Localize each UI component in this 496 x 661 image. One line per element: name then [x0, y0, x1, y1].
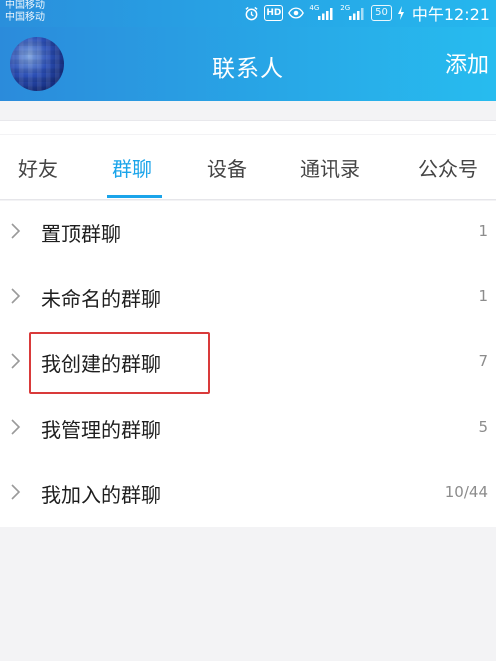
list-item-count: 7 [478, 352, 488, 370]
search-bar[interactable] [0, 120, 496, 134]
chevron-right-icon [11, 484, 21, 500]
status-bar: 中国移动 中国移动 HD 4G 2G 50 中午12:21 [0, 0, 496, 27]
add-button[interactable]: 添加 [445, 47, 489, 79]
signal-icon-1: 4G [309, 4, 335, 21]
chevron-right-icon [11, 288, 21, 304]
list-item-unnamed-groups[interactable]: 未命名的群聊 1 [0, 266, 496, 330]
chevron-right-icon [11, 419, 21, 435]
list-item-pinned-groups[interactable]: 置顶群聊 1 [0, 201, 496, 265]
list-item-count: 1 [478, 287, 488, 305]
network-type-2: 2G [340, 4, 351, 12]
list-item-managed-groups[interactable]: 我管理的群聊 5 [0, 397, 496, 461]
charging-icon [397, 5, 405, 21]
tab-devices[interactable]: 设备 [207, 153, 247, 182]
tab-official-accounts[interactable]: 公众号 [418, 153, 478, 182]
signal-icon-2: 2G [340, 4, 366, 21]
empty-area [0, 527, 496, 661]
tab-groups[interactable]: 群聊 [112, 153, 152, 182]
list-item-created-groups[interactable]: 我创建的群聊 7 [0, 331, 496, 395]
header: 联系人 添加 [0, 27, 496, 101]
chevron-right-icon [11, 223, 21, 239]
eye-icon [288, 5, 305, 21]
battery-icon: 50 [371, 5, 392, 21]
tab-address-book[interactable]: 通讯录 [300, 153, 360, 182]
carrier-1: 中国移动 [5, 0, 45, 11]
page-title: 联系人 [212, 56, 284, 82]
list-item-joined-groups[interactable]: 我加入的群聊 10/44 [0, 462, 496, 526]
list-item-label: 我创建的群聊 [41, 352, 161, 376]
list-item-count: 1 [478, 222, 488, 240]
tab-bar: 好友 群聊 设备 通讯录 公众号 [0, 135, 496, 200]
hd-icon: HD [264, 5, 284, 21]
clock: 中午12:21 [411, 5, 490, 24]
carrier-2: 中国移动 [5, 12, 45, 23]
active-tab-indicator [107, 195, 162, 198]
list-item-label: 置顶群聊 [41, 222, 121, 246]
network-type-1: 4G [309, 4, 320, 12]
alarm-icon [244, 5, 259, 21]
group-list: 置顶群聊 1 未命名的群聊 1 我创建的群聊 7 我管理的群聊 5 我加入的群聊… [0, 201, 496, 527]
search-strip [0, 101, 496, 135]
tab-friends[interactable]: 好友 [18, 153, 58, 182]
list-item-label: 未命名的群聊 [41, 287, 161, 311]
list-item-count: 5 [478, 418, 488, 436]
carrier-labels: 中国移动 中国移动 [5, 0, 45, 24]
list-item-label: 我管理的群聊 [41, 418, 161, 442]
list-item-label: 我加入的群聊 [41, 483, 161, 507]
chevron-right-icon [11, 353, 21, 369]
list-item-count: 10/44 [444, 483, 488, 501]
status-icons: HD 4G 2G 50 中午12:21 [244, 3, 490, 24]
